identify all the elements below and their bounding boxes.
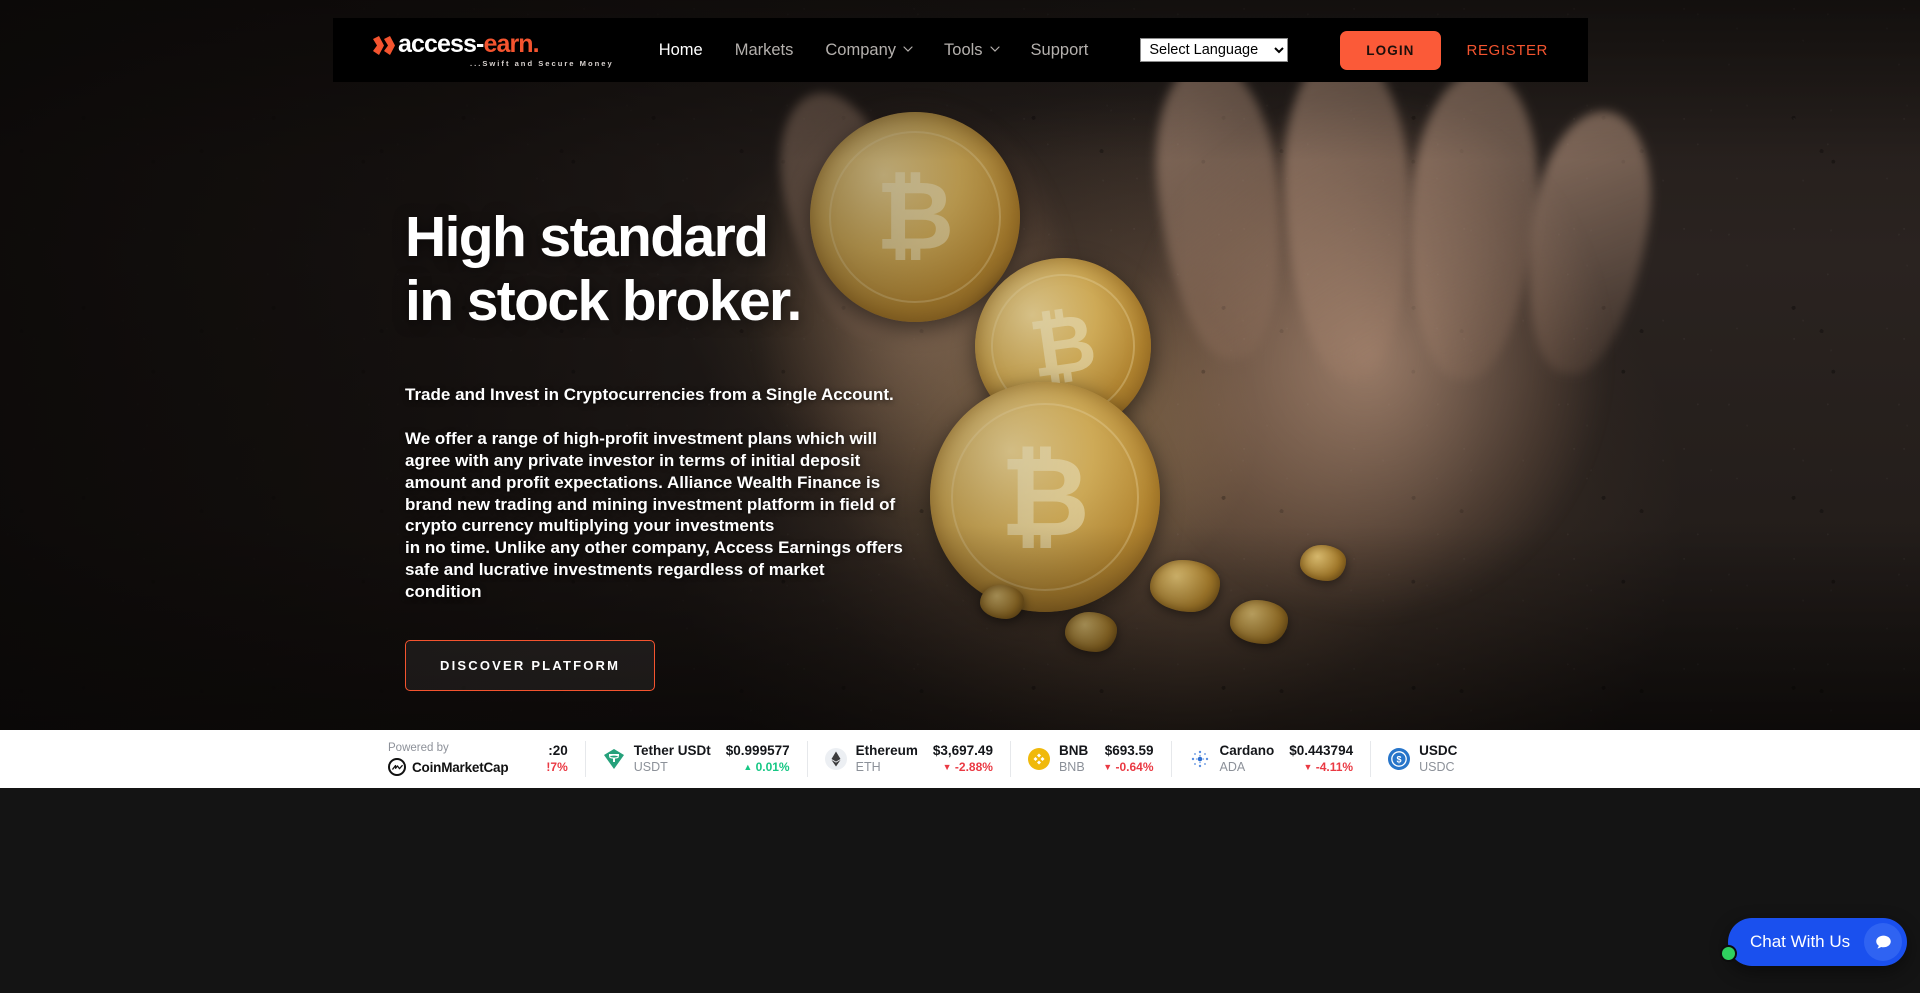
ticker-symbol: USDT — [633, 759, 668, 774]
hero-lead-text: Trade and Invest in Cryptocurrencies fro… — [405, 384, 894, 404]
site-logo[interactable]: access-earn. ...Swift and Secure Money — [373, 32, 614, 68]
powered-by-label: Powered by — [388, 742, 449, 754]
ticker-symbol: USDC — [1419, 759, 1455, 774]
top-navigation-bar: access-earn. ...Swift and Secure Money H… — [333, 18, 1588, 82]
ticker-symbol: ADA — [1219, 759, 1246, 774]
ticker-price: $3,697.49 — [932, 743, 993, 759]
nav-item-tools[interactable]: Tools — [944, 40, 1000, 60]
page-root: ₿ ₿ ₿ access-earn. ...Swift and Secure M… — [0, 0, 1920, 993]
ticker-change: !7% — [546, 759, 568, 774]
ethereum-icon — [824, 748, 847, 770]
hero-content: High standard in stock broker. Trade and… — [405, 205, 915, 692]
chat-bubble-icon — [1864, 923, 1903, 961]
ticker-item[interactable]: Ethereum ETH $3,697.49 ▼ -2.88% — [806, 741, 1010, 777]
nav-item-markets-label: Markets — [734, 40, 794, 59]
ticker-symbol: BNB — [1058, 759, 1085, 774]
ticker-inner: Powered by CoinMarketCap :20 !7% Tether … — [0, 730, 1474, 788]
logo-tagline: ...Swift and Secure Money — [470, 59, 614, 69]
ticker-name: USDC — [1419, 742, 1458, 758]
ticker-price: :20 — [548, 743, 568, 759]
usdc-icon: $ — [1388, 748, 1411, 770]
tether-icon — [603, 748, 625, 770]
chat-widget-label: Chat With Us — [1750, 932, 1851, 951]
ticker-name: Ethereum — [855, 742, 918, 758]
logo-text-accent: earn. — [483, 30, 539, 59]
language-select[interactable]: Select Language — [1140, 38, 1289, 62]
nav-item-markets[interactable]: Markets — [735, 41, 794, 60]
ticker-price: $0.443794 — [1289, 743, 1354, 759]
powered-by-block: Powered by CoinMarketCap — [388, 742, 509, 776]
nav-item-company-label: Company — [825, 40, 897, 59]
register-button[interactable]: REGISTER — [1467, 42, 1548, 59]
nav-item-home-label: Home — [658, 40, 703, 59]
hero-background-image: ₿ ₿ ₿ — [0, 0, 1920, 730]
benefits-section — [0, 788, 1920, 993]
nav-links: Home Markets Company Tools Support Selec… — [659, 38, 1289, 62]
ticker-change: ▼ -2.88% — [942, 759, 993, 774]
ticker-price: $693.59 — [1104, 743, 1154, 759]
chevron-down-icon — [989, 44, 1000, 53]
chat-widget[interactable]: Chat With Us — [1720, 918, 1908, 966]
coinmarketcap-label: CoinMarketCap — [412, 759, 509, 775]
ticker-change: ▲ 0.01% — [743, 759, 790, 774]
arrow-down-icon: ▼ — [1103, 761, 1113, 772]
hero-title: High standard in stock broker. — [405, 205, 915, 334]
nav-item-home[interactable]: Home — [659, 41, 703, 60]
discover-platform-button[interactable]: DISCOVER PLATFORM — [405, 640, 656, 692]
crypto-ticker-bar: Powered by CoinMarketCap :20 !7% Tether … — [0, 730, 1920, 788]
logo-text-primary: access- — [398, 30, 484, 59]
ticker-change: ▼ -4.11% — [1303, 759, 1354, 774]
nav-item-company[interactable]: Company — [825, 40, 913, 60]
svg-text:$: $ — [1397, 755, 1402, 765]
arrow-down-icon: ▼ — [942, 761, 952, 772]
ticker-name: BNB — [1058, 742, 1089, 758]
bnb-icon — [1027, 748, 1050, 770]
ticker-item[interactable]: Tether USDt USDT $0.999577 ▲ 0.01% — [584, 741, 807, 777]
hero-body-text: We offer a range of high-profit investme… — [405, 429, 903, 601]
nav-item-support[interactable]: Support — [1031, 41, 1089, 60]
coinmarketcap-icon — [388, 758, 406, 776]
login-button[interactable]: LOGIN — [1340, 30, 1441, 70]
ticker-price: $0.999577 — [725, 743, 790, 759]
nav-actions: LOGIN REGISTER — [1340, 30, 1548, 70]
hero-title-line1: High standard — [405, 205, 769, 269]
nav-item-support-label: Support — [1030, 40, 1089, 59]
ticker-name: Tether USDt — [633, 742, 711, 758]
chevron-down-icon — [903, 44, 913, 53]
hero-title-line2: in stock broker. — [405, 268, 802, 333]
ticker-symbol: ETH — [855, 759, 881, 774]
nav-item-tools-label: Tools — [944, 40, 983, 59]
ticker-item[interactable]: :20 !7% — [534, 741, 584, 777]
ticker-name: Cardano — [1219, 742, 1275, 758]
chat-online-status-indicator — [1720, 945, 1737, 962]
arrow-up-icon: ▲ — [743, 761, 753, 772]
double-chevron-mark-icon — [373, 36, 397, 56]
ticker-item[interactable]: BNB BNB $693.59 ▼ -0.64% — [1009, 741, 1171, 777]
arrow-down-icon: ▼ — [1303, 761, 1313, 772]
hero-overlay — [0, 0, 1920, 730]
ticker-change: ▼ -0.64% — [1103, 759, 1154, 774]
cardano-icon — [1189, 748, 1211, 770]
ticker-item[interactable]: Cardano ADA $0.443794 ▼ -4.11% — [1170, 741, 1371, 777]
ticker-item[interactable]: $ USDC USDC — [1370, 741, 1474, 777]
